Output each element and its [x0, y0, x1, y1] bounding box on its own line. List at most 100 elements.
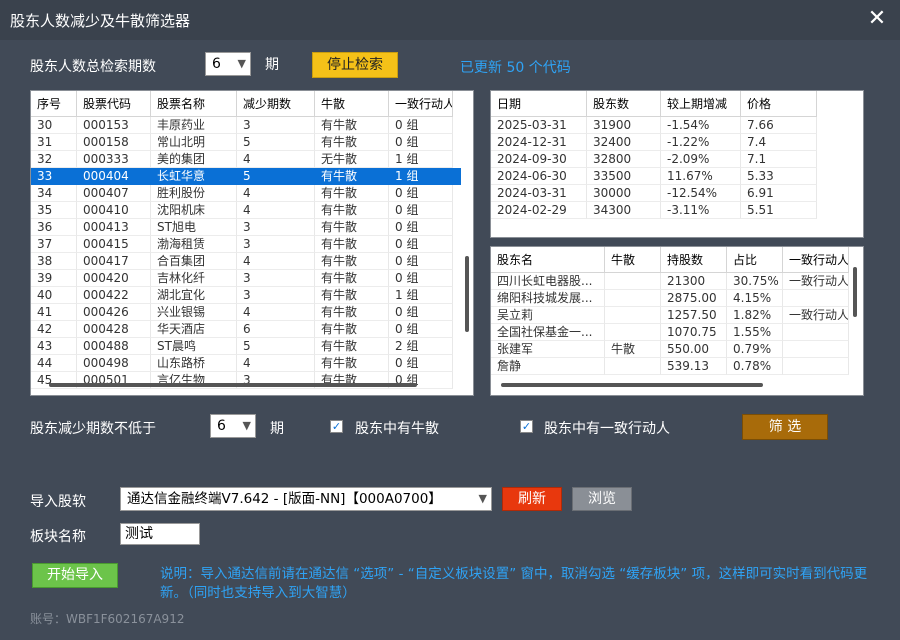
- stock-table-hscroll[interactable]: [49, 383, 417, 387]
- table-row[interactable]: 绵阳科技城发展...2875.004.15%: [491, 290, 851, 307]
- account-id: 账号：WBF1F602167A912: [30, 610, 184, 627]
- table-row[interactable]: 38000417合百集团4有牛散0 组: [31, 253, 461, 270]
- table-row[interactable]: 张建军牛散550.000.79%: [491, 341, 851, 358]
- table-cell: 30000: [587, 185, 661, 202]
- history-table[interactable]: 日期股东数较上期增减价格 2025-03-3131900-1.54%7.6620…: [490, 90, 864, 238]
- table-row[interactable]: 44000498山东路桥4有牛散0 组: [31, 355, 461, 372]
- table-cell: 4: [237, 151, 315, 168]
- column-header[interactable]: 股东数: [587, 91, 661, 117]
- column-header[interactable]: 一致行动人: [783, 247, 849, 273]
- table-row[interactable]: 32000333美的集团4无牛散1 组: [31, 151, 461, 168]
- table-row[interactable]: 39000420吉林化纤3有牛散0 组: [31, 270, 461, 287]
- title-bar: 股东人数减少及牛散筛选器 ✕: [0, 0, 900, 40]
- table-cell: 0 组: [389, 236, 453, 253]
- table-cell: 1 组: [389, 151, 453, 168]
- table-cell: 000428: [77, 321, 151, 338]
- column-header[interactable]: 占比: [727, 247, 783, 273]
- table-cell: 合百集团: [151, 253, 237, 270]
- filter-periods-value: 6: [217, 418, 226, 434]
- table-row[interactable]: 41000426兴业银锡4有牛散0 组: [31, 304, 461, 321]
- table-cell: 1.55%: [727, 324, 783, 341]
- filter-button[interactable]: 筛 选: [742, 414, 828, 440]
- table-cell: -12.54%: [661, 185, 741, 202]
- column-header[interactable]: 牛散: [605, 247, 661, 273]
- table-cell: [783, 324, 849, 341]
- holder-table-hscroll[interactable]: [501, 383, 763, 387]
- table-cell: [605, 273, 661, 290]
- holder-table-vscroll[interactable]: [853, 267, 857, 317]
- table-row[interactable]: 31000158常山北明5有牛散0 组: [31, 134, 461, 151]
- table-row[interactable]: 2024-12-3132400-1.22%7.4: [491, 134, 864, 151]
- table-row[interactable]: 詹静539.130.78%: [491, 358, 851, 375]
- table-cell: 绵阳科技城发展...: [491, 290, 605, 307]
- import-software-select[interactable]: 通达信金融终端V7.642 - [版面-NN]【000A0700】 ▼: [120, 487, 492, 511]
- column-header[interactable]: 股票名称: [151, 91, 237, 117]
- table-row[interactable]: 全国社保基金一...1070.751.55%: [491, 324, 851, 341]
- column-header[interactable]: 价格: [741, 91, 817, 117]
- table-cell: 渤海租赁: [151, 236, 237, 253]
- table-cell: 32800: [587, 151, 661, 168]
- table-cell: ST旭电: [151, 219, 237, 236]
- column-header[interactable]: 较上期增减: [661, 91, 741, 117]
- table-row[interactable]: 四川长虹电器股...2130030.75%一致行动人: [491, 273, 851, 290]
- table-row[interactable]: 43000488ST晨鸣5有牛散2 组: [31, 338, 461, 355]
- column-header[interactable]: 日期: [491, 91, 587, 117]
- has-bull-label[interactable]: 股东中有牛散: [355, 418, 439, 438]
- import-software-label: 导入股软: [30, 491, 86, 511]
- table-cell: 0 组: [389, 304, 453, 321]
- refresh-button[interactable]: 刷新: [502, 487, 562, 511]
- column-header[interactable]: 一致行动人: [389, 91, 453, 117]
- table-cell: 000498: [77, 355, 151, 372]
- stock-table-vscroll[interactable]: [465, 256, 469, 332]
- browse-button[interactable]: 浏览: [572, 487, 632, 511]
- holder-table[interactable]: 股东名牛散持股数占比一致行动人 四川长虹电器股...2130030.75%一致行…: [490, 246, 864, 396]
- table-row[interactable]: 37000415渤海租赁3有牛散0 组: [31, 236, 461, 253]
- table-cell: 牛散: [605, 341, 661, 358]
- table-cell: 000413: [77, 219, 151, 236]
- table-cell: 32400: [587, 134, 661, 151]
- search-periods-select[interactable]: 6 ▼: [205, 52, 251, 76]
- table-row[interactable]: 2025-03-3131900-1.54%7.66: [491, 117, 864, 134]
- table-cell: 5: [237, 134, 315, 151]
- table-cell: 5: [237, 338, 315, 355]
- column-header[interactable]: 序号: [31, 91, 77, 117]
- table-cell: 5.51: [741, 202, 817, 219]
- has-concert-checkbox[interactable]: ✓: [520, 420, 533, 433]
- has-bull-checkbox[interactable]: ✓: [330, 420, 343, 433]
- table-row[interactable]: 2024-02-2934300-3.11%5.51: [491, 202, 864, 219]
- table-cell: ST晨鸣: [151, 338, 237, 355]
- has-concert-label[interactable]: 股东中有一致行动人: [544, 418, 670, 438]
- table-cell: 3: [237, 236, 315, 253]
- table-cell: 常山北明: [151, 134, 237, 151]
- holder-table-header: 股东名牛散持股数占比一致行动人: [491, 247, 849, 273]
- table-row[interactable]: 2024-03-3130000-12.54%6.91: [491, 185, 864, 202]
- start-import-button[interactable]: 开始导入: [32, 563, 118, 588]
- column-header[interactable]: 减少期数: [237, 91, 315, 117]
- table-row[interactable]: 30000153丰原药业3有牛散0 组: [31, 117, 461, 134]
- table-row[interactable]: 2024-06-303350011.67%5.33: [491, 168, 864, 185]
- search-periods-value: 6: [212, 56, 221, 72]
- table-cell: 丰原药业: [151, 117, 237, 134]
- close-icon[interactable]: ✕: [864, 6, 890, 32]
- table-cell: 1 组: [389, 287, 453, 304]
- stop-search-button[interactable]: 停止检索: [312, 52, 398, 78]
- table-cell: -3.11%: [661, 202, 741, 219]
- table-row[interactable]: 35000410沈阳机床4有牛散0 组: [31, 202, 461, 219]
- table-row[interactable]: 42000428华天酒店6有牛散0 组: [31, 321, 461, 338]
- table-row[interactable]: 吴立莉1257.501.82%一致行动人: [491, 307, 851, 324]
- column-header[interactable]: 持股数: [661, 247, 727, 273]
- table-row[interactable]: 40000422湖北宜化3有牛散1 组: [31, 287, 461, 304]
- stock-table[interactable]: 序号股票代码股票名称减少期数牛散一致行动人 30000153丰原药业3有牛散0 …: [30, 90, 474, 396]
- table-row[interactable]: 36000413ST旭电3有牛散0 组: [31, 219, 461, 236]
- column-header[interactable]: 牛散: [315, 91, 389, 117]
- table-row[interactable]: 33000404长虹华意5有牛散1 组: [31, 168, 461, 185]
- table-row[interactable]: 34000407胜利股份4有牛散0 组: [31, 185, 461, 202]
- table-cell: 000153: [77, 117, 151, 134]
- block-name-input[interactable]: 测试: [120, 523, 200, 545]
- table-cell: 43: [31, 338, 77, 355]
- column-header[interactable]: 股东名: [491, 247, 605, 273]
- column-header[interactable]: 股票代码: [77, 91, 151, 117]
- filter-periods-select[interactable]: 6 ▼: [210, 414, 256, 438]
- table-row[interactable]: 2024-09-3032800-2.09%7.1: [491, 151, 864, 168]
- table-cell: 000422: [77, 287, 151, 304]
